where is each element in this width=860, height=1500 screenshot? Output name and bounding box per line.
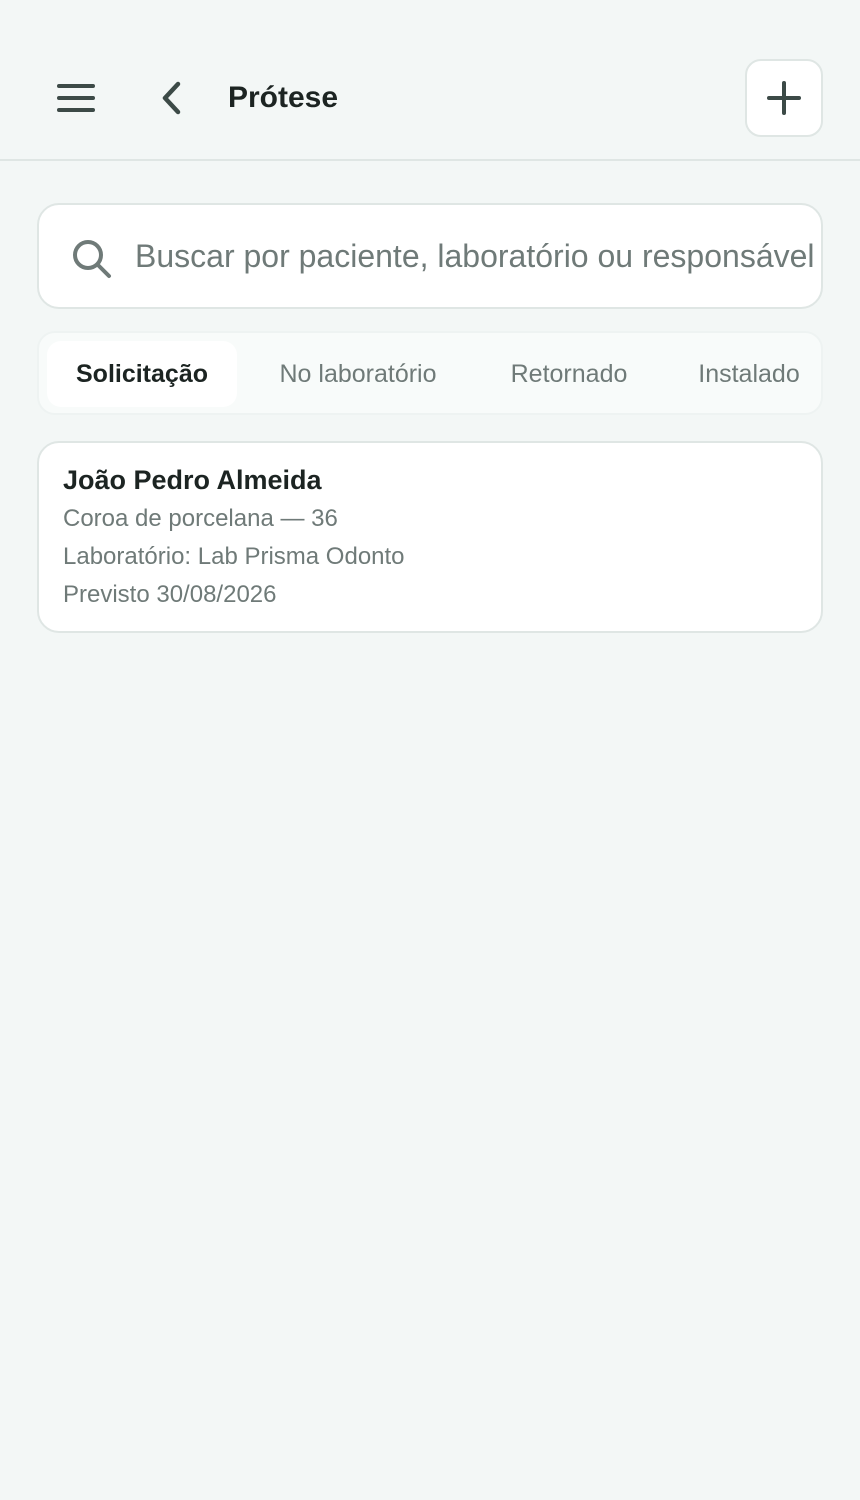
tab-retornado[interactable]: Retornado	[485, 341, 653, 407]
plus-icon	[767, 81, 801, 115]
add-button[interactable]	[745, 59, 823, 137]
search-box	[37, 203, 823, 309]
lab-text: Laboratório: Lab Prisma Odonto	[63, 543, 405, 570]
chevron-left-icon	[162, 81, 181, 115]
search-icon	[73, 240, 111, 278]
page-title: Prótese	[228, 81, 339, 114]
status-tabs: Solicitação No laboratório Retornado Ins…	[37, 331, 823, 415]
search-input[interactable]	[135, 205, 815, 307]
due-date-text: Previsto 30/08/2026	[63, 581, 277, 608]
procedure-text: Coroa de porcelana — 36	[63, 505, 338, 532]
back-button[interactable]	[150, 72, 194, 124]
tab-instalado[interactable]: Instalado	[675, 341, 821, 407]
prosthesis-card[interactable]: João Pedro Almeida Coroa de porcelana — …	[37, 441, 823, 633]
tab-no-laboratorio[interactable]: No laboratório	[251, 341, 465, 407]
patient-name: João Pedro Almeida	[63, 465, 322, 495]
hamburger-menu-icon[interactable]	[46, 72, 106, 124]
tab-solicitacao[interactable]: Solicitação	[47, 341, 237, 407]
app-header: Prótese	[0, 0, 860, 161]
